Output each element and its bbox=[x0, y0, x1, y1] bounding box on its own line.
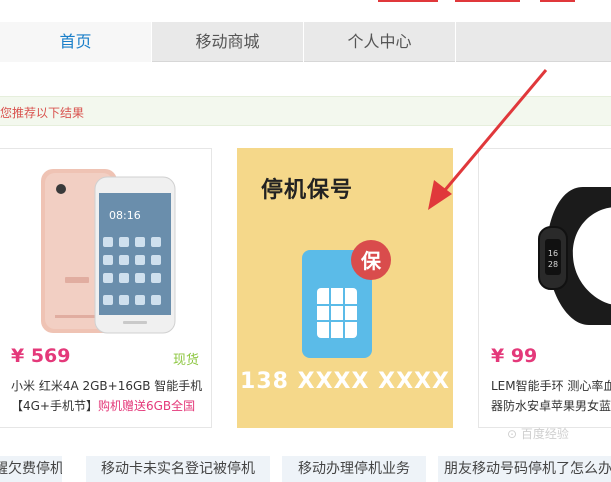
tab-personal-center[interactable]: 个人中心 bbox=[304, 22, 456, 62]
sim-card-icon: 保 bbox=[302, 240, 391, 358]
product-price: ¥ 99 bbox=[491, 345, 538, 367]
product-subtitle[interactable]: 【4G+手机节】购机赠送6GB全国 bbox=[11, 397, 195, 414]
phone-image: 08:16 bbox=[41, 169, 176, 334]
svg-text:28: 28 bbox=[548, 260, 558, 269]
promo-badge: 保 bbox=[360, 249, 382, 273]
top-link-fragment bbox=[455, 0, 520, 2]
watermark: ⊙ 百度经验 bbox=[507, 427, 569, 441]
tab-home[interactable]: 首页 bbox=[0, 22, 152, 62]
annotation-arrow-icon bbox=[428, 69, 548, 210]
promo-phone-number: 138 XXXX XXXX bbox=[240, 369, 450, 394]
svg-text:08:16: 08:16 bbox=[109, 209, 141, 222]
svg-text:16: 16 bbox=[548, 249, 558, 258]
top-bar bbox=[0, 0, 611, 22]
promo-title: 停机保号 bbox=[261, 178, 354, 203]
main-nav-tabs: 首页 移动商城 个人中心 bbox=[0, 22, 611, 62]
product-card-phone[interactable]: 08:16 ¥ 569 现货 小米 红米4A 2GB+16GB 智能手机 【4G… bbox=[0, 148, 212, 428]
product-title[interactable]: LEM智能手环 测心率血 bbox=[491, 377, 611, 394]
product-subtitle[interactable]: 器防水安卓苹果男女蓝 bbox=[491, 397, 611, 414]
tag-item[interactable]: 移动卡未实名登记被停机 bbox=[86, 456, 270, 482]
stock-badge: 现货 bbox=[173, 353, 200, 368]
product-subtitle-highlight: 购机赠送6GB全国 bbox=[98, 399, 196, 413]
notice-text: 您推荐以下结果 bbox=[0, 106, 85, 120]
product-title[interactable]: 小米 红米4A 2GB+16GB 智能手机 bbox=[11, 377, 202, 394]
product-subtitle-prefix: 【4G+手机节】 bbox=[11, 399, 98, 413]
tag-item[interactable]: 提醒欠费停机 bbox=[0, 456, 62, 482]
tab-mobile-mall[interactable]: 移动商城 bbox=[152, 22, 304, 62]
top-link-fragment bbox=[378, 0, 438, 2]
tab-overflow[interactable] bbox=[456, 22, 611, 62]
related-tags: 提醒欠费停机 移动卡未实名登记被停机 移动办理停机业务 朋友移动号码停机了怎么办 bbox=[0, 456, 611, 482]
tag-item[interactable]: 朋友移动号码停机了怎么办 bbox=[438, 456, 611, 482]
product-price: ¥ 569 bbox=[11, 345, 71, 367]
top-link-fragment bbox=[540, 0, 575, 2]
tag-item[interactable]: 移动办理停机业务 bbox=[282, 456, 426, 482]
